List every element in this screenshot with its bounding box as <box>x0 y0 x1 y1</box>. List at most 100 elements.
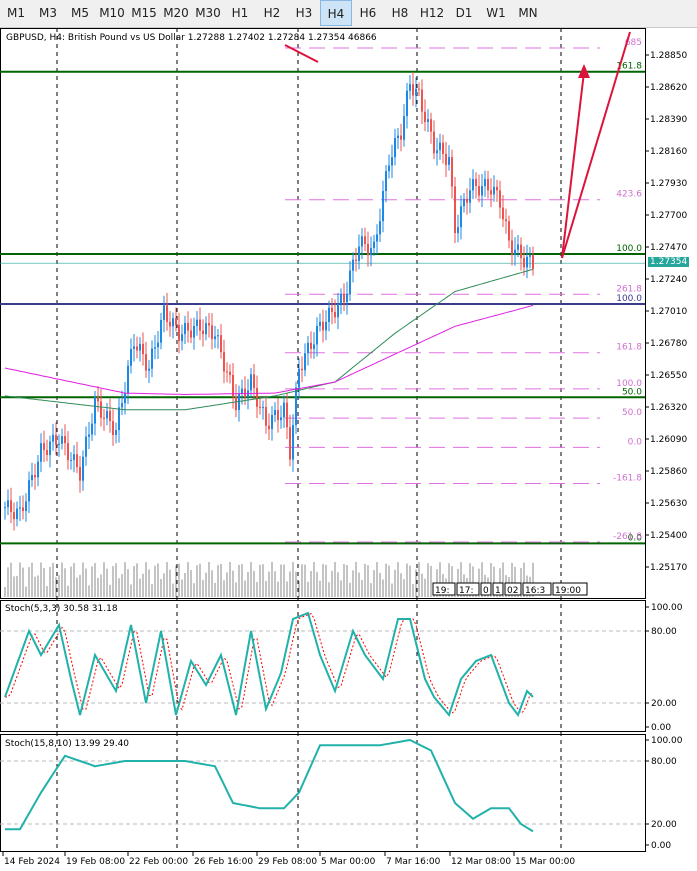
candle-body <box>385 171 387 192</box>
candle-body <box>472 179 474 191</box>
candle-body <box>229 371 231 375</box>
candle-body <box>277 410 279 421</box>
candle-body <box>136 346 138 351</box>
fib-label: 161.8 <box>616 343 642 353</box>
timebox-label: 19:00 <box>555 586 581 596</box>
candle-body <box>217 335 219 337</box>
date-label: 14 Feb 2024 <box>4 857 60 867</box>
price-tick-label: 1.26780 <box>650 339 687 349</box>
current-price-label: 1.27354 <box>648 257 690 267</box>
stoch2-main <box>5 738 534 833</box>
candle-body <box>127 365 129 393</box>
candle-body <box>148 368 150 371</box>
candle-body <box>409 84 411 91</box>
candle-body <box>484 179 486 187</box>
candle-body <box>94 397 96 424</box>
candle-body <box>55 434 57 445</box>
candle-body <box>115 430 117 436</box>
candle-body <box>79 467 81 481</box>
candle-body <box>34 475 36 478</box>
price-tick-label: 1.25170 <box>650 563 687 573</box>
candle-body <box>112 421 114 436</box>
price-tick-label: 1.27700 <box>650 211 687 221</box>
candle-body <box>463 198 465 207</box>
candle-body <box>256 388 258 407</box>
candle-body <box>493 186 495 195</box>
candle-body <box>7 500 9 508</box>
candle-body <box>166 305 168 322</box>
candle-body <box>244 388 246 397</box>
candle-body <box>388 165 390 172</box>
candle-body <box>433 131 435 154</box>
candle-body <box>196 319 198 326</box>
fib-label: 100.0 <box>616 379 642 389</box>
fib-label: -161.8 <box>613 474 642 484</box>
timebox-label: 17: <box>459 586 473 596</box>
blue-level-label: 100.0 <box>616 294 642 304</box>
level-label: 100.0 <box>616 244 642 254</box>
candle-body <box>106 410 108 419</box>
candle-body <box>160 320 162 343</box>
candle-body <box>286 402 288 428</box>
candle-body <box>205 323 207 335</box>
candle-body <box>265 407 267 426</box>
stoch1-label: Stoch(5,3,3) 30.58 31.18 <box>5 604 118 614</box>
arrow-line <box>561 71 585 259</box>
candle-body <box>334 311 336 318</box>
candle-body <box>178 325 180 342</box>
candle-body <box>268 425 270 430</box>
price-tick-label: 1.27930 <box>650 179 687 189</box>
fib-label: 50.0 <box>622 408 642 418</box>
candle-body <box>355 259 357 261</box>
candle-body <box>76 454 78 468</box>
candle-body <box>13 512 15 520</box>
date-label: 7 Mar 16:00 <box>386 857 441 867</box>
candle-body <box>514 249 516 255</box>
candle-body <box>442 142 444 154</box>
stoch-tick-label: 0.00 <box>651 841 671 851</box>
candle-body <box>352 259 354 271</box>
candle-body <box>517 244 519 250</box>
candle-body <box>469 190 471 203</box>
date-label: 29 Feb 08:00 <box>258 857 317 867</box>
price-tick-label: 1.25400 <box>650 531 687 541</box>
candle-body <box>82 456 84 481</box>
candle-body <box>241 388 243 394</box>
candle-body <box>100 401 102 418</box>
date-label: 5 Mar 00:00 <box>321 857 376 867</box>
candle-body <box>73 454 75 460</box>
candle-body <box>328 307 330 322</box>
candle-body <box>175 318 177 326</box>
candle-body <box>220 335 222 353</box>
stoch-tick-label: 0.00 <box>651 723 671 733</box>
price-tick-label: 1.28620 <box>650 83 687 93</box>
candle-body <box>40 443 42 462</box>
candle-body <box>337 303 339 318</box>
candle-body <box>418 88 420 90</box>
candle-body <box>349 270 351 295</box>
candle-body <box>532 255 534 269</box>
price-tick-label: 1.28850 <box>650 51 687 61</box>
candle-body <box>97 397 99 402</box>
fib-label: 0.0 <box>628 437 643 447</box>
stoch-tick-label: 80.00 <box>651 757 677 767</box>
candle-body <box>283 402 285 418</box>
candle-body <box>157 342 159 348</box>
candle-body <box>226 371 228 373</box>
candle-body <box>292 425 294 460</box>
candle-body <box>151 348 153 369</box>
candle-body <box>43 443 45 451</box>
date-label: 15 Mar 00:00 <box>515 857 575 867</box>
candle-body <box>295 387 297 426</box>
candle-body <box>445 153 447 165</box>
candle-body <box>325 321 327 331</box>
candle-body <box>91 423 93 435</box>
candle-body <box>211 325 213 340</box>
candle-body <box>478 186 480 196</box>
candle-body <box>184 322 186 335</box>
stoch-tick-label: 100.00 <box>651 603 683 613</box>
candle-body <box>103 417 105 419</box>
date-label: 12 Mar 08:00 <box>451 857 511 867</box>
candle-body <box>85 436 87 457</box>
candle-body <box>496 186 498 191</box>
